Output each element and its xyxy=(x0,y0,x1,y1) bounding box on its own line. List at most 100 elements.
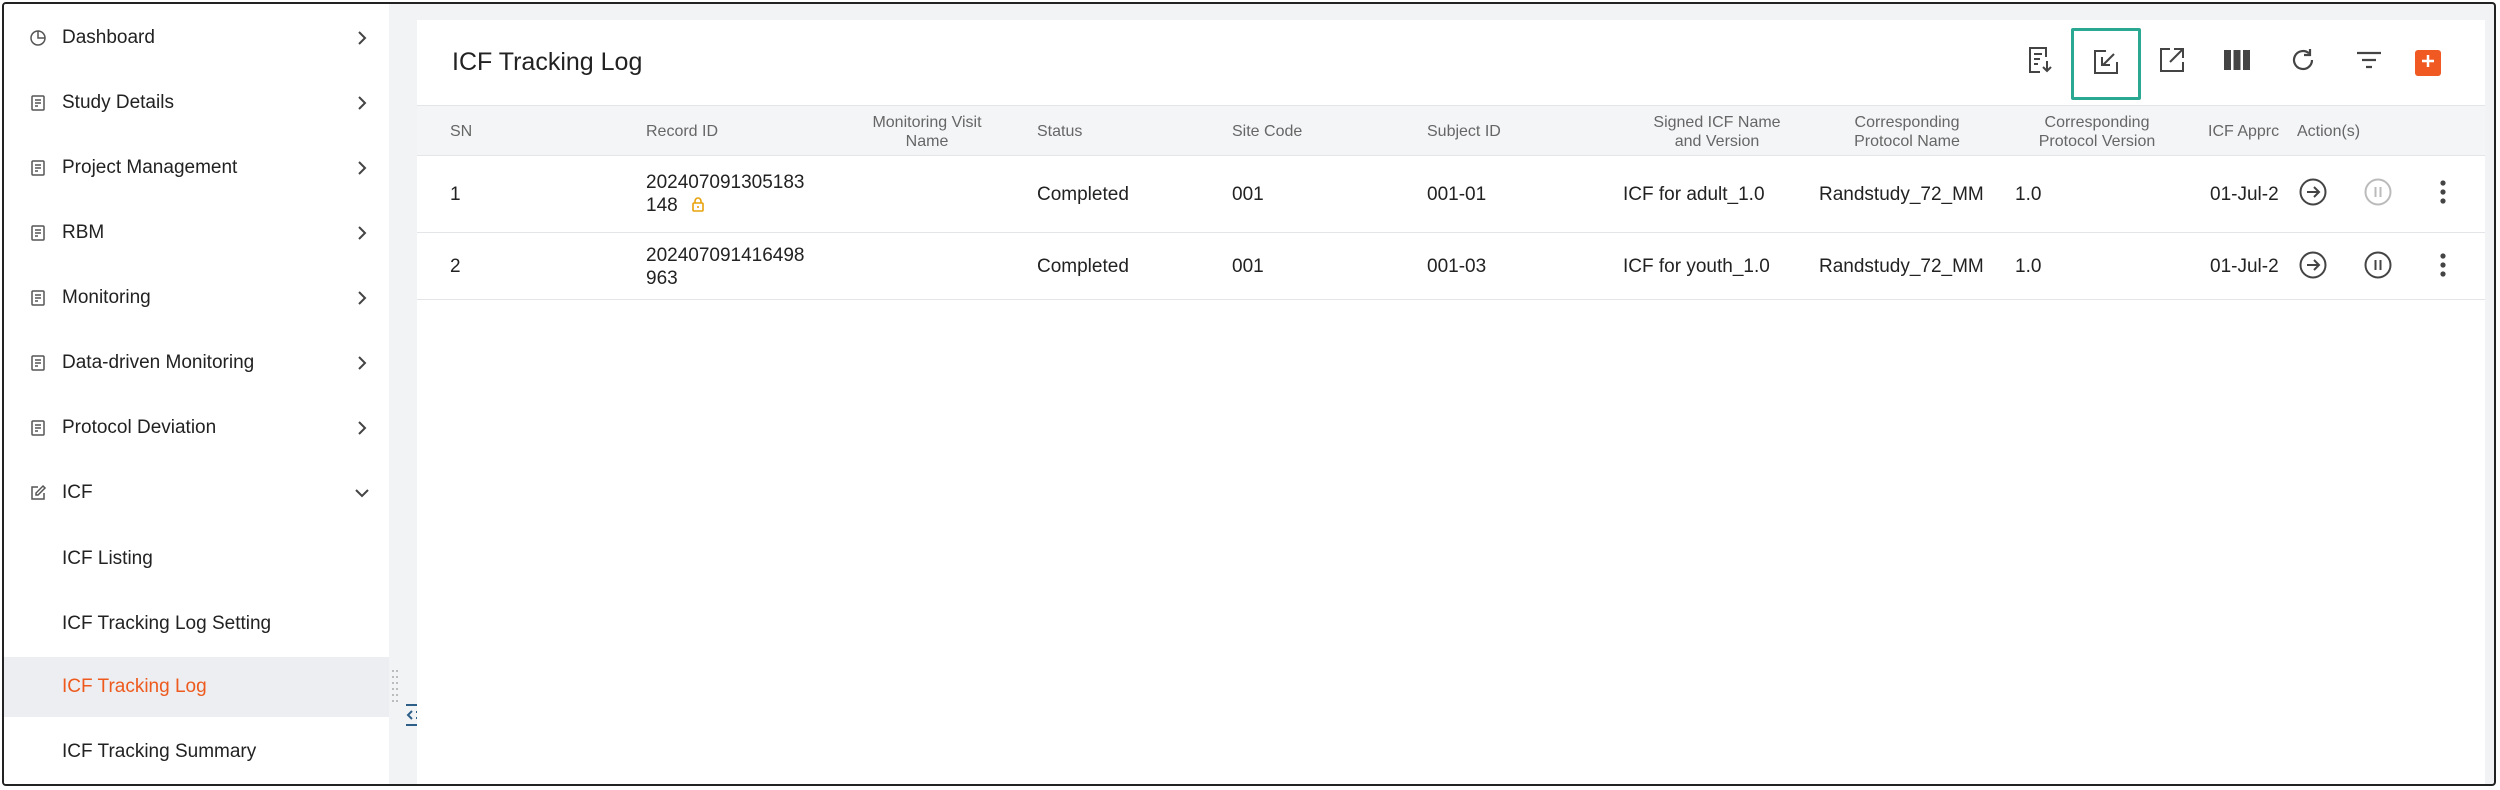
refresh-button[interactable] xyxy=(2283,42,2323,82)
more-vertical-icon xyxy=(2439,252,2447,283)
cell-site-code: 001 xyxy=(1232,184,1264,205)
sidebar-resize-handle[interactable] xyxy=(391,667,399,707)
cell-icf-approval: 01-Jul-2 xyxy=(2210,256,2279,277)
go-to-record-button[interactable] xyxy=(2297,178,2329,210)
table-row[interactable]: 2 202407091416498 963 Completed 001 001-… xyxy=(417,233,2485,300)
cell-record-id[interactable]: 202407091416498 963 xyxy=(646,233,805,300)
pause-button[interactable] xyxy=(2362,178,2394,210)
sidebar-item-label: Data-driven Monitoring xyxy=(62,352,255,373)
column-header-subject-id[interactable]: Subject ID xyxy=(1427,106,1501,157)
column-header-actions: Action(s) xyxy=(2297,123,2361,140)
edit-icon xyxy=(28,483,48,503)
chevron-right-icon xyxy=(352,223,372,243)
column-header-icf-approval[interactable]: ICF Apprc xyxy=(2208,106,2279,157)
sidebar: Dashboard Study Details Project Manageme… xyxy=(4,4,389,784)
sidebar-item-label: Project Management xyxy=(62,157,238,178)
sidebar-item-label: Protocol Deviation xyxy=(62,417,217,438)
cell-record-id[interactable]: 202407091305183 148 xyxy=(646,156,805,233)
add-icon xyxy=(2420,53,2436,74)
cell-status: Completed xyxy=(1037,184,1129,205)
column-header-status[interactable]: Status xyxy=(1037,106,1082,157)
sidebar-item-dashboard[interactable]: Dashboard xyxy=(4,12,389,64)
cell-subject-id: 001-03 xyxy=(1427,256,1487,277)
sidebar-item-label: Monitoring xyxy=(62,287,151,308)
document-icon xyxy=(28,93,48,113)
open-external-button[interactable] xyxy=(2152,42,2192,82)
filter-button[interactable] xyxy=(2349,42,2389,82)
cell-status: Completed xyxy=(1037,256,1129,277)
cell-protocol-version: 1.0 xyxy=(2015,184,2042,205)
sidebar-item-label: Study Details xyxy=(62,92,174,113)
chevron-right-icon xyxy=(352,28,372,48)
chevron-right-icon xyxy=(352,158,372,178)
go-to-record-button[interactable] xyxy=(2297,251,2329,283)
lock-icon xyxy=(691,195,705,218)
arrow-right-circle-icon xyxy=(2298,177,2328,212)
column-header-monitoring-visit[interactable]: Monitoring Visit Name xyxy=(837,106,1017,157)
column-header-sn[interactable]: SN xyxy=(450,106,472,157)
document-icon xyxy=(28,223,48,243)
column-header-protocol-name[interactable]: Corresponding Protocol Name xyxy=(1817,106,1997,157)
sidebar-item-label: ICF Tracking Log Setting xyxy=(62,613,272,634)
table-row[interactable]: 1 202407091305183 148 Completed 001 001-… xyxy=(417,156,2485,233)
add-record-button[interactable] xyxy=(2415,50,2441,76)
sidebar-item-icf[interactable]: ICF xyxy=(4,467,389,519)
sidebar-item-label: ICF Tracking Summary xyxy=(62,741,257,762)
sidebar-item-icf-listing[interactable]: ICF Listing xyxy=(4,529,389,589)
sidebar-item-label: Dashboard xyxy=(62,27,155,48)
document-icon xyxy=(28,288,48,308)
sidebar-item-icf-tracking-log[interactable]: ICF Tracking Log xyxy=(4,657,389,717)
cell-signed-icf: ICF for adult_1.0 xyxy=(1623,184,1765,205)
sidebar-item-data-driven-monitoring[interactable]: Data-driven Monitoring xyxy=(4,337,389,389)
sidebar-item-icf-tracking-summary[interactable]: ICF Tracking Summary xyxy=(4,722,389,782)
pie-chart-icon xyxy=(28,28,48,48)
pause-circle-icon xyxy=(2363,250,2393,285)
cell-signed-icf: ICF for youth_1.0 xyxy=(1623,256,1770,277)
app-window: Dashboard Study Details Project Manageme… xyxy=(2,2,2496,786)
cell-protocol-name: Randstudy_72_MM xyxy=(1819,256,1984,277)
sidebar-item-label: ICF Tracking Log xyxy=(62,676,207,697)
main-panel: ICF Tracking Log SN Record ID Monitoring… xyxy=(417,20,2485,784)
page-title: ICF Tracking Log xyxy=(452,48,643,76)
more-actions-button[interactable] xyxy=(2427,178,2459,210)
cell-site-code: 001 xyxy=(1232,256,1264,277)
sidebar-item-label: ICF xyxy=(62,482,93,503)
sidebar-item-label: ICF Listing xyxy=(62,548,153,569)
columns-button[interactable] xyxy=(2217,42,2257,82)
cell-protocol-version: 1.0 xyxy=(2015,256,2042,277)
column-header-site-code[interactable]: Site Code xyxy=(1232,106,1302,157)
export-report-button[interactable] xyxy=(2020,42,2060,82)
chevron-right-icon xyxy=(352,353,372,373)
sidebar-item-protocol-deviation[interactable]: Protocol Deviation xyxy=(4,402,389,454)
arrow-right-circle-icon xyxy=(2298,250,2328,285)
sidebar-item-label: RBM xyxy=(62,222,105,243)
chevron-right-icon xyxy=(352,418,372,438)
chevron-right-icon xyxy=(352,288,372,308)
chevron-right-icon xyxy=(352,93,372,113)
sidebar-item-rbm[interactable]: RBM xyxy=(4,207,389,259)
cell-sn: 2 xyxy=(450,256,461,277)
document-icon xyxy=(28,158,48,178)
pause-button[interactable] xyxy=(2362,251,2394,283)
sidebar-item-project-management[interactable]: Project Management xyxy=(4,142,389,194)
export-report-icon xyxy=(2026,45,2054,80)
more-actions-button[interactable] xyxy=(2427,251,2459,283)
sidebar-item-study-details[interactable]: Study Details xyxy=(4,77,389,129)
sidebar-item-icf-tracking-log-setting[interactable]: ICF Tracking Log Setting xyxy=(4,594,389,654)
cell-icf-approval: 01-Jul-2 xyxy=(2210,184,2279,205)
cell-subject-id: 001-01 xyxy=(1427,184,1487,205)
document-icon xyxy=(28,353,48,373)
open-external-icon xyxy=(2158,46,2186,79)
column-header-signed-icf[interactable]: Signed ICF Name and Version xyxy=(1617,106,1817,157)
columns-icon xyxy=(2223,49,2251,76)
import-button[interactable] xyxy=(2071,28,2141,100)
import-icon xyxy=(2092,48,2120,81)
pause-circle-icon xyxy=(2363,177,2393,212)
sidebar-item-monitoring[interactable]: Monitoring xyxy=(4,272,389,324)
cell-sn: 1 xyxy=(450,184,461,205)
cell-protocol-name: Randstudy_72_MM xyxy=(1819,184,1984,205)
column-header-protocol-version[interactable]: Corresponding Protocol Version xyxy=(2007,106,2187,157)
filter-icon xyxy=(2355,49,2383,76)
column-header-record-id[interactable]: Record ID xyxy=(646,106,718,157)
refresh-icon xyxy=(2289,46,2317,79)
